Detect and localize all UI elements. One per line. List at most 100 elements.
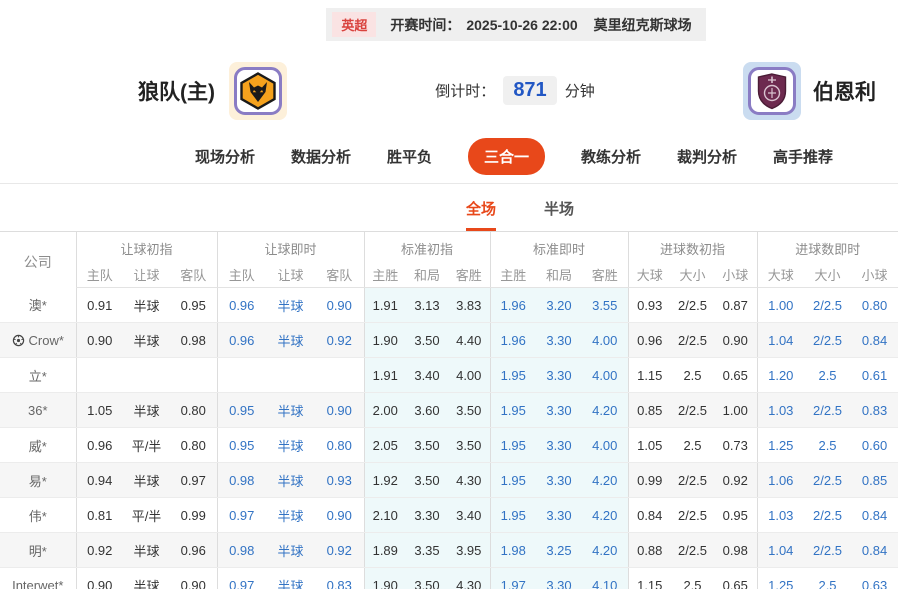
- odds-cell: 0.95: [217, 428, 266, 463]
- odds-cell: [315, 358, 364, 393]
- odds-cell: 3.30: [406, 498, 448, 533]
- odds-table: 公司让球初指让球即时标准初指标准即时进球数初指进球数即时 主队让球客队主队让球客…: [0, 231, 898, 589]
- away-team-block: 伯恩利: [743, 62, 876, 120]
- column-sub-4-1: 大小: [671, 262, 714, 288]
- odds-cell: 3.95: [448, 533, 490, 568]
- odds-cell: 2.5: [804, 428, 851, 463]
- odds-cell: 0.92: [315, 323, 364, 358]
- company-label: 明*: [29, 541, 47, 560]
- table-row-36: 36*1.05半球0.800.95半球0.902.003.603.501.953…: [0, 393, 898, 428]
- odds-cell: 4.30: [448, 568, 490, 589]
- odds-cell: 3.20: [536, 288, 582, 323]
- column-group-4: 进球数初指: [628, 232, 757, 262]
- odds-cell: 0.88: [628, 533, 671, 568]
- odds-cell: 0.96: [217, 288, 266, 323]
- nav-tab-4[interactable]: 教练分析: [581, 146, 641, 167]
- odds-cell: 3.50: [406, 428, 448, 463]
- company-header: 公司: [0, 232, 76, 288]
- company-cell: Interwet*: [0, 568, 76, 589]
- odds-cell: 0.98: [170, 323, 217, 358]
- column-sub-5-0: 大球: [757, 262, 804, 288]
- odds-cell: 0.90: [315, 498, 364, 533]
- countdown-unit: 分钟: [565, 80, 595, 101]
- countdown-block: 倒计时： 871 分钟: [287, 76, 743, 105]
- nav-tab-5[interactable]: 裁判分析: [677, 146, 737, 167]
- company-cell: 立*: [0, 358, 76, 393]
- odds-cell: 3.13: [406, 288, 448, 323]
- company-cell-inner: 易*: [0, 471, 76, 490]
- odds-cell: 3.30: [536, 568, 582, 589]
- odds-cell: 4.00: [582, 358, 628, 393]
- nav-tab-0[interactable]: 现场分析: [195, 146, 255, 167]
- odds-cell: 1.95: [490, 428, 536, 463]
- nav-tab-2[interactable]: 胜平负: [387, 146, 432, 167]
- company-cell-inner: 威*: [0, 436, 76, 455]
- odds-cell: 2.5: [671, 428, 714, 463]
- column-group-3: 标准即时: [490, 232, 628, 262]
- odds-cell: 2/2.5: [804, 393, 851, 428]
- odds-cell: 0.84: [851, 533, 898, 568]
- topbar-row: 英超 开赛时间： 2025-10-26 22:00 莫里纽克斯球场: [0, 0, 898, 41]
- table-row-: 伟*0.81平/半0.990.97半球0.902.103.303.401.953…: [0, 498, 898, 533]
- company-cell-inner: Interwet*: [0, 578, 76, 589]
- company-cell: 明*: [0, 533, 76, 568]
- company-label: 伟*: [29, 506, 47, 525]
- odds-cell: 半球: [266, 568, 315, 589]
- table-row-: 澳*0.91半球0.950.96半球0.901.913.133.831.963.…: [0, 288, 898, 323]
- company-label: Crow*: [29, 333, 64, 348]
- odds-cell: 1.25: [757, 568, 804, 589]
- odds-cell: 半球: [123, 288, 170, 323]
- kickoff-label: 开赛时间：: [390, 15, 460, 35]
- column-sub-0-1: 让球: [123, 262, 170, 288]
- odds-cell: 1.15: [628, 568, 671, 589]
- company-label: 易*: [29, 471, 47, 490]
- league-badge: 英超: [332, 12, 376, 37]
- nav-tab-3[interactable]: 三合一: [468, 138, 545, 175]
- odds-cell: 0.83: [851, 393, 898, 428]
- column-sub-1-2: 客队: [315, 262, 364, 288]
- table-row-: 立*1.913.404.001.953.304.001.152.50.651.2…: [0, 358, 898, 393]
- nav-tabs: 现场分析 数据分析 胜平负 三合一 教练分析 裁判分析 高手推荐: [195, 138, 833, 175]
- company-cell-inner: 明*: [0, 541, 76, 560]
- nav-tab-6[interactable]: 高手推荐: [773, 146, 833, 167]
- odds-cell: 2/2.5: [671, 498, 714, 533]
- odds-cell: 0.96: [217, 323, 266, 358]
- table-row-: 威*0.96平/半0.800.95半球0.802.053.503.501.953…: [0, 428, 898, 463]
- odds-cell: 1.00: [757, 288, 804, 323]
- odds-cell: 2.5: [804, 568, 851, 589]
- company-cell-inner: Crow*: [0, 333, 76, 348]
- odds-cell: 0.99: [170, 498, 217, 533]
- odds-cell: 3.60: [406, 393, 448, 428]
- odds-cell: 1.95: [490, 358, 536, 393]
- odds-cell: 0.87: [714, 288, 757, 323]
- wolves-crest-icon: [234, 67, 282, 115]
- company-cell: Crow*: [0, 323, 76, 358]
- column-sub-0-2: 客队: [170, 262, 217, 288]
- odds-cell: 0.98: [217, 463, 266, 498]
- odds-cell: 3.30: [536, 428, 582, 463]
- subnav-tab-1[interactable]: 半场: [544, 198, 574, 231]
- company-label: 澳*: [29, 295, 47, 314]
- odds-cell: 4.20: [582, 498, 628, 533]
- column-sub-0-0: 主队: [76, 262, 123, 288]
- nav-tab-1[interactable]: 数据分析: [291, 146, 351, 167]
- odds-cell: 1.90: [364, 568, 406, 589]
- company-cell: 澳*: [0, 288, 76, 323]
- odds-cell: [123, 358, 170, 393]
- home-team-name: 狼队(主): [138, 76, 215, 106]
- column-sub-4-0: 大球: [628, 262, 671, 288]
- venue: 莫里纽克斯球场: [594, 15, 692, 35]
- odds-cell: 半球: [123, 323, 170, 358]
- odds-cell: 0.84: [628, 498, 671, 533]
- odds-cell: 3.40: [448, 498, 490, 533]
- odds-cell: 0.96: [76, 428, 123, 463]
- odds-cell: 3.50: [406, 463, 448, 498]
- odds-cell: 平/半: [123, 498, 170, 533]
- odds-cell: 1.15: [628, 358, 671, 393]
- subnav-tab-0[interactable]: 全场: [466, 198, 496, 231]
- odds-cell: 0.92: [714, 463, 757, 498]
- odds-cell: 2.05: [364, 428, 406, 463]
- odds-cell: 0.90: [76, 323, 123, 358]
- countdown-value: 871: [503, 76, 556, 105]
- odds-cell: 1.04: [757, 533, 804, 568]
